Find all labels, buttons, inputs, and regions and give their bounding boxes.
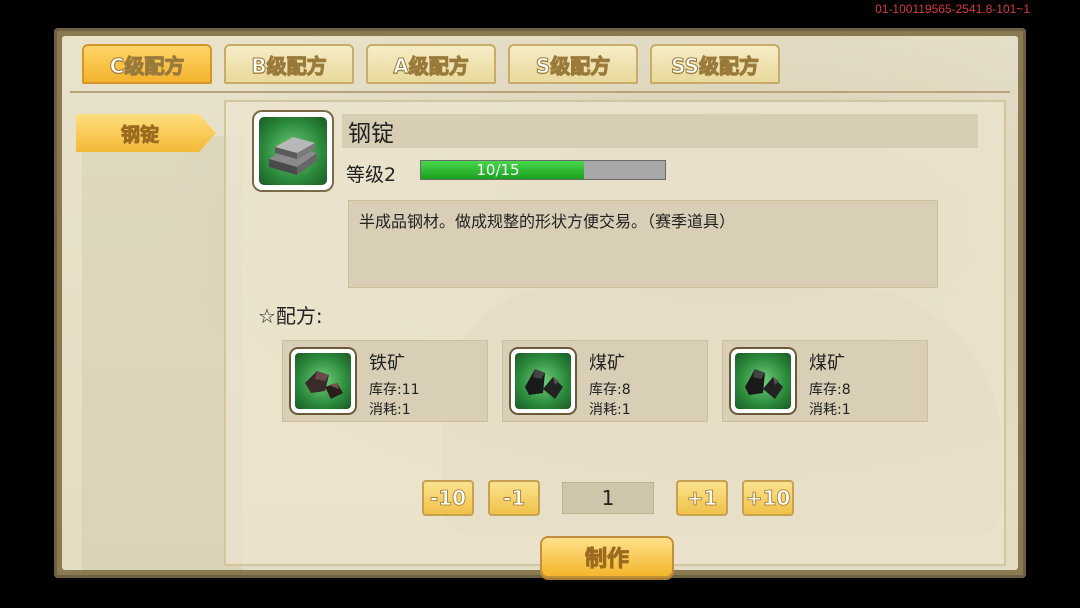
minus-10-button[interactable]: -10 <box>422 480 474 516</box>
ingredient-stock: 库存:8 <box>809 382 851 398</box>
tab-divider <box>70 91 1010 93</box>
version-text: 01-100119565-2541.8-101~1 <box>875 2 1030 16</box>
item-description: 半成品钢材。做成规整的形状方便交易。（赛季道具） <box>348 200 938 288</box>
coal-ore-icon[interactable] <box>511 349 575 413</box>
minus-1-button[interactable]: -1 <box>488 480 540 516</box>
tab-c-recipe[interactable]: C级配方 <box>82 44 212 84</box>
ingredient-name: 铁矿 <box>369 353 405 374</box>
recipe-detail: 钢锭 等级2 10/15 半成品钢材。做成规整的形状方便交易。（赛季道具） ☆配… <box>224 100 1006 578</box>
level-progress-text: 10/15 <box>476 161 520 179</box>
tab-ss-recipe[interactable]: SS级配方 <box>650 44 780 84</box>
ingredient-cost: 消耗:1 <box>589 402 631 418</box>
quantity-field[interactable]: 1 <box>562 482 654 514</box>
recipe-panel: C级配方 B级配方 A级配方 S级配方 SS级配方 钢锭 钢锭 等级2 10/1… <box>62 36 1018 578</box>
tab-a-recipe[interactable]: A级配方 <box>366 44 496 84</box>
tab-s-recipe[interactable]: S级配方 <box>508 44 638 84</box>
tab-b-recipe[interactable]: B级配方 <box>224 44 354 84</box>
iron-ore-icon[interactable] <box>291 349 355 413</box>
item-name: 钢锭 <box>342 114 978 148</box>
recipe-title: ☆配方: <box>258 304 323 328</box>
ingredient-name: 煤矿 <box>589 353 625 374</box>
plus-10-button[interactable]: +10 <box>742 480 794 516</box>
ingredient-card: 煤矿 库存:8 消耗:1 <box>502 340 708 422</box>
ingredient-cost: 消耗:1 <box>369 402 411 418</box>
ingredient-stock: 库存:11 <box>369 382 420 398</box>
ingredient-card: 煤矿 库存:8 消耗:1 <box>722 340 928 422</box>
sidebar-item-label: 钢锭 <box>121 123 160 146</box>
level-progress-bar: 10/15 <box>420 160 666 180</box>
ingredient-stock: 库存:8 <box>589 382 631 398</box>
plus-1-button[interactable]: +1 <box>676 480 728 516</box>
background-decoration <box>82 136 242 576</box>
sidebar-item-steel-ingot[interactable]: 钢锭 <box>76 114 216 152</box>
coal-ore-icon[interactable] <box>731 349 795 413</box>
steel-ingot-icon <box>254 112 332 190</box>
ingredient-name: 煤矿 <box>809 353 845 374</box>
craft-button[interactable]: 制作 <box>540 536 674 578</box>
tab-bar: C级配方 B级配方 A级配方 S级配方 SS级配方 <box>82 44 780 84</box>
ingredient-card: 铁矿 库存:11 消耗:1 <box>282 340 488 422</box>
recipe-window: C级配方 B级配方 A级配方 S级配方 SS级配方 钢锭 钢锭 等级2 10/1… <box>54 28 1026 578</box>
ingredient-cost: 消耗:1 <box>809 402 851 418</box>
